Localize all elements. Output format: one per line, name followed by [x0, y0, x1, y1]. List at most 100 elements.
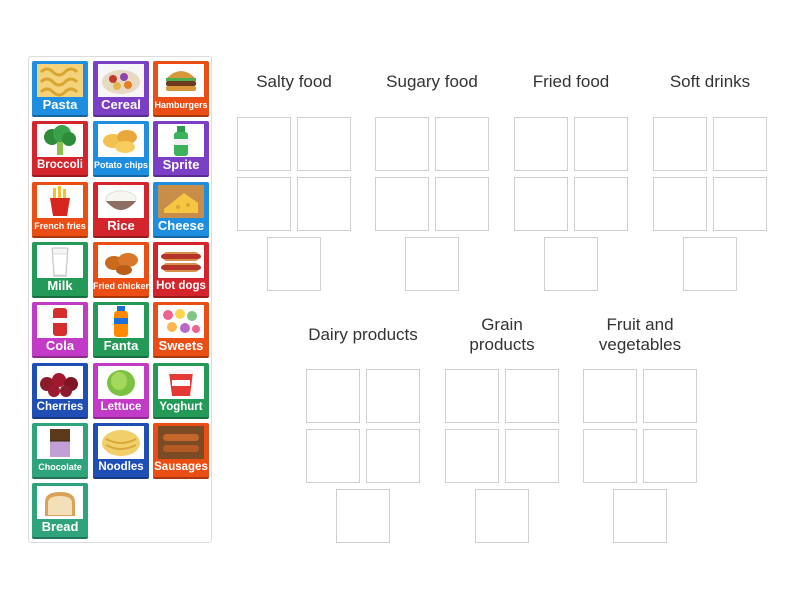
- drop-slot[interactable]: [267, 237, 321, 291]
- food-card-label: Broccoli: [36, 159, 83, 172]
- food-card-rice[interactable]: Rice: [93, 181, 149, 238]
- drop-slot[interactable]: [445, 369, 499, 423]
- food-card-label: Fried chicken: [93, 280, 149, 291]
- food-card-milk[interactable]: Milk: [32, 241, 88, 298]
- potato-chips-icon: [98, 124, 144, 158]
- milk-icon: [37, 244, 83, 278]
- food-card-broccoli[interactable]: Broccoli: [32, 121, 88, 178]
- food-card-label: Cola: [45, 338, 75, 354]
- food-card-label: Hot dogs: [156, 279, 206, 292]
- drop-slot[interactable]: [583, 429, 637, 483]
- food-card-label: Fanta: [103, 338, 139, 354]
- food-card-potato-chips[interactable]: Potato chips: [93, 121, 149, 178]
- food-card-bread[interactable]: Bread: [32, 483, 88, 540]
- food-card-label: Lettuce: [100, 400, 142, 413]
- drop-slot[interactable]: [375, 117, 429, 171]
- category-title: Sugary food: [386, 72, 478, 91]
- drop-slot[interactable]: [583, 369, 637, 423]
- drop-slot[interactable]: [713, 117, 767, 171]
- sweets-icon: [158, 305, 204, 339]
- drop-slot[interactable]: [366, 429, 420, 483]
- drop-slot[interactable]: [574, 117, 628, 171]
- hot-dog-icon: [158, 244, 204, 278]
- food-card-fanta[interactable]: Fanta: [93, 302, 149, 359]
- food-card-label: Rice: [107, 217, 135, 233]
- food-card-lettuce[interactable]: Lettuce: [93, 362, 149, 419]
- food-card-fried-chicken[interactable]: Fried chicken: [93, 241, 149, 298]
- food-card-sausages[interactable]: Sausages: [153, 422, 209, 479]
- drop-slot[interactable]: [643, 369, 697, 423]
- food-card-cherries[interactable]: Cherries: [32, 362, 88, 419]
- cereal-icon: [98, 64, 144, 97]
- food-card-cereal[interactable]: Cereal: [93, 61, 149, 117]
- french-fries-icon: [37, 184, 83, 218]
- cheese-icon: [158, 184, 204, 218]
- category-title: Fried food: [532, 72, 610, 91]
- drop-slot[interactable]: [683, 237, 737, 291]
- drop-slot[interactable]: [613, 489, 667, 543]
- drop-slot[interactable]: [653, 117, 707, 171]
- food-card-label: Noodles: [98, 460, 144, 473]
- category-title: Dairy products: [308, 325, 418, 344]
- drop-slot[interactable]: [475, 489, 529, 543]
- drop-slot[interactable]: [505, 429, 559, 483]
- fried-chicken-icon: [98, 244, 144, 278]
- food-card-label: Milk: [47, 277, 73, 293]
- lettuce-icon: [98, 365, 144, 399]
- drop-slot[interactable]: [713, 177, 767, 231]
- drop-slot[interactable]: [435, 117, 489, 171]
- drop-slot[interactable]: [514, 177, 568, 231]
- drop-slot[interactable]: [435, 177, 489, 231]
- drop-slot[interactable]: [653, 177, 707, 231]
- food-card-hamburgers[interactable]: Hamburgers: [153, 61, 209, 117]
- food-card-chocolate[interactable]: Chocolate: [32, 422, 88, 479]
- food-card-label: Sweets: [158, 338, 204, 354]
- food-card-label: Pasta: [42, 97, 78, 112]
- food-card-label: Sausages: [154, 460, 208, 473]
- pasta-icon: [37, 64, 83, 97]
- drop-slot[interactable]: [237, 177, 291, 231]
- food-card-label: Potato chips: [93, 160, 148, 171]
- food-card-cola[interactable]: Cola: [32, 302, 88, 359]
- food-card-label: Chocolate: [38, 461, 82, 472]
- food-card-yoghurt[interactable]: Yoghurt: [153, 362, 209, 419]
- drop-slot[interactable]: [297, 177, 351, 231]
- drop-slot[interactable]: [297, 117, 351, 171]
- food-card-label: French fries: [34, 220, 86, 231]
- bread-icon: [37, 486, 83, 520]
- food-card-noodles[interactable]: Noodles: [93, 422, 149, 479]
- food-card-label: Cereal: [101, 97, 141, 112]
- food-card-label: Hamburgers: [154, 100, 208, 110]
- food-card-pasta[interactable]: Pasta: [32, 61, 88, 117]
- drop-slot[interactable]: [514, 117, 568, 171]
- drop-slot[interactable]: [405, 237, 459, 291]
- category-title: Grain products: [469, 315, 535, 354]
- drop-slot[interactable]: [505, 369, 559, 423]
- category-title: Soft drinks: [669, 72, 751, 91]
- drop-slot[interactable]: [306, 369, 360, 423]
- drop-slot[interactable]: [445, 429, 499, 483]
- food-card-label: Cherries: [36, 400, 84, 413]
- cola-icon: [37, 305, 83, 339]
- food-card-hot-dogs[interactable]: Hot dogs: [153, 241, 209, 298]
- drop-slot[interactable]: [643, 429, 697, 483]
- food-card-cheese[interactable]: Cheese: [153, 181, 209, 238]
- sprite-bottle-icon: [158, 124, 204, 158]
- category-title: Salty food: [256, 72, 332, 91]
- drop-slot[interactable]: [366, 369, 420, 423]
- drop-slot[interactable]: [336, 489, 390, 543]
- drop-slot[interactable]: [574, 177, 628, 231]
- yoghurt-icon: [158, 365, 204, 399]
- drop-slot[interactable]: [375, 177, 429, 231]
- drop-slot[interactable]: [544, 237, 598, 291]
- food-card-sweets[interactable]: Sweets: [153, 302, 209, 359]
- food-card-sprite[interactable]: Sprite: [153, 121, 209, 178]
- drop-slot[interactable]: [237, 117, 291, 171]
- hamburger-icon: [158, 64, 204, 97]
- sausages-icon: [158, 425, 204, 459]
- food-card-label: Yoghurt: [159, 400, 203, 413]
- category-title: Fruit and vegetables: [598, 315, 682, 354]
- drop-slot[interactable]: [306, 429, 360, 483]
- noodles-icon: [98, 425, 144, 459]
- food-card-french-fries[interactable]: French fries: [32, 181, 88, 238]
